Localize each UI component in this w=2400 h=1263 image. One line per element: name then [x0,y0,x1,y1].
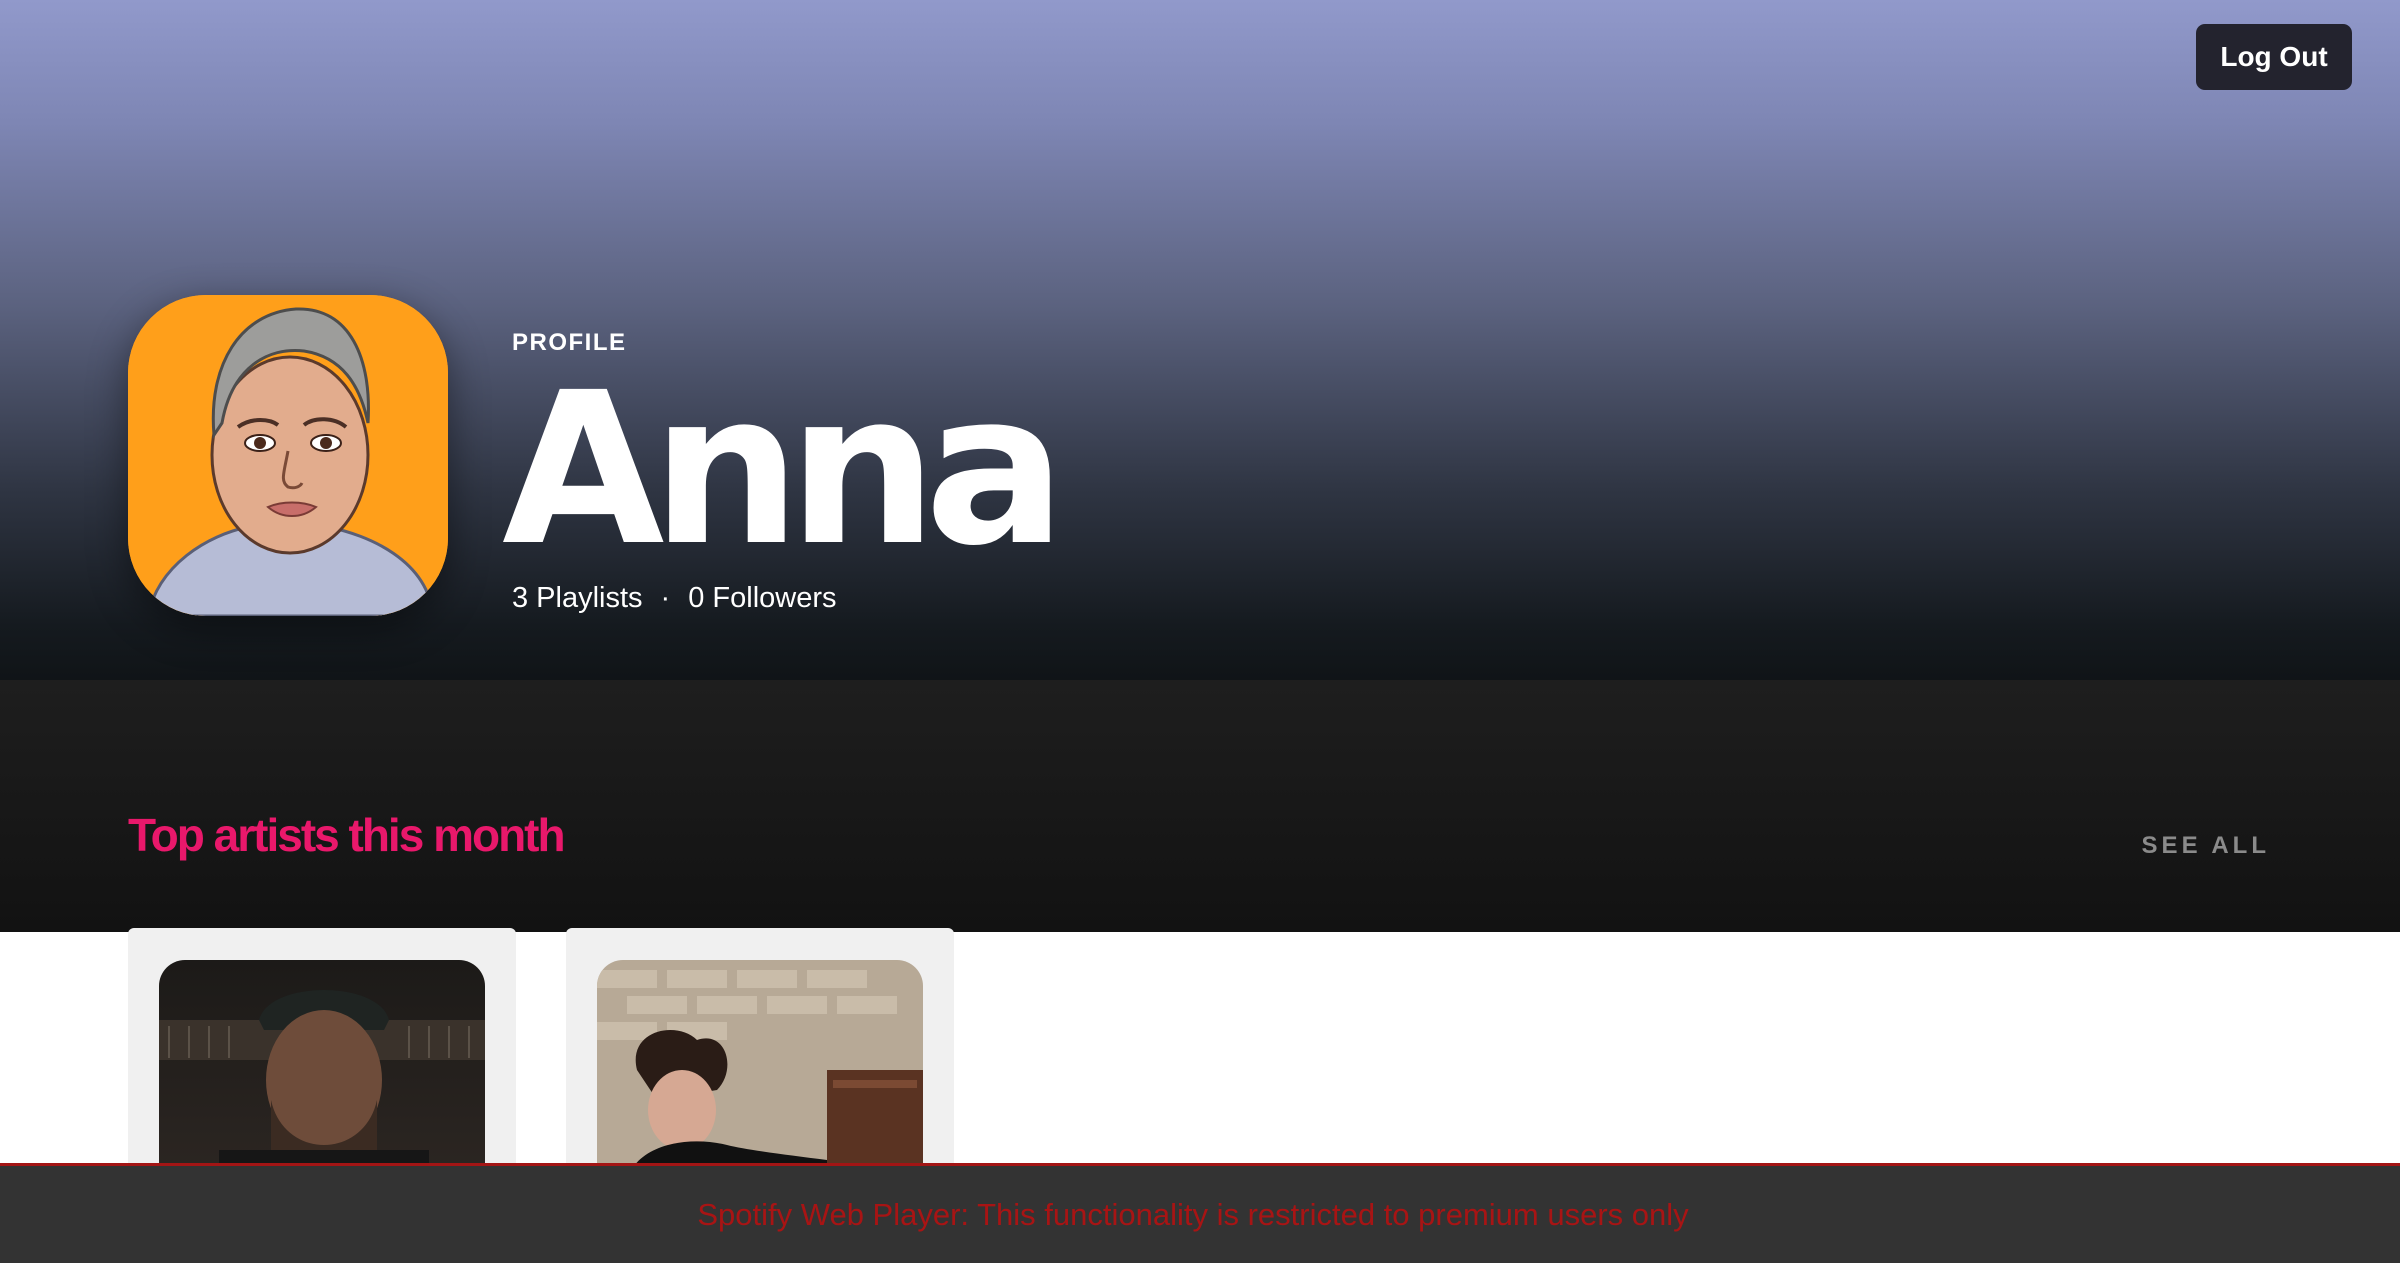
see-all-link[interactable]: SEE ALL [2142,832,2270,860]
premium-notice-text: Spotify Web Player: This functionality i… [697,1196,1689,1232]
profile-stats: 3 Playlists · 0 Followers [512,582,837,615]
profile-name: Anna [502,347,1066,592]
artist-card[interactable] [128,928,516,1180]
premium-notice: Spotify Web Player: This functionality i… [0,1163,2400,1263]
stats-separator: · [660,582,671,614]
logout-button[interactable]: Log Out [2196,24,2352,90]
artist-image[interactable] [597,960,923,1180]
artist-photo-man-with-cap [159,960,485,1180]
top-artists-section [0,680,2400,932]
artist-card[interactable] [566,928,954,1180]
artist-photo-curly-hair [597,960,923,1180]
avatar-illustration [128,295,448,616]
avatar [128,295,448,616]
section-title: Top artists this month [128,809,566,861]
artist-image[interactable] [159,960,485,1180]
followers-count[interactable]: 0 Followers [688,582,836,615]
playlists-count[interactable]: 3 Playlists [512,582,643,615]
